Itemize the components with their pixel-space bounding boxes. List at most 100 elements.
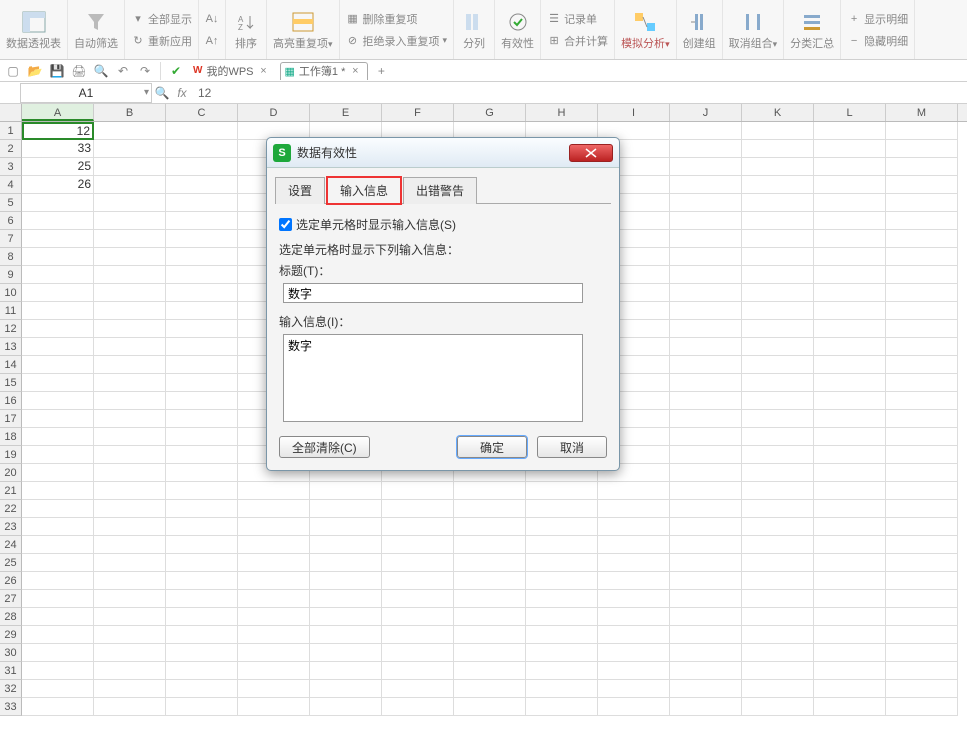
cell[interactable]: [886, 374, 958, 392]
cell[interactable]: [886, 392, 958, 410]
cell[interactable]: [22, 644, 94, 662]
doc-tab-workbook[interactable]: ▦ 工作簿1 * ×: [280, 62, 369, 80]
cell[interactable]: [454, 608, 526, 626]
cell[interactable]: [238, 482, 310, 500]
cell[interactable]: [94, 464, 166, 482]
cell[interactable]: [22, 284, 94, 302]
close-icon[interactable]: ×: [349, 65, 361, 77]
cell[interactable]: [670, 536, 742, 554]
cell[interactable]: [886, 608, 958, 626]
row-header[interactable]: 27: [0, 590, 22, 608]
ok-button[interactable]: 确定: [457, 436, 527, 458]
cell[interactable]: [886, 176, 958, 194]
cell[interactable]: [382, 644, 454, 662]
cell[interactable]: [742, 446, 814, 464]
cell[interactable]: [22, 536, 94, 554]
cell[interactable]: [94, 248, 166, 266]
cell[interactable]: [310, 554, 382, 572]
cell[interactable]: [166, 410, 238, 428]
cell[interactable]: [814, 644, 886, 662]
cell[interactable]: [886, 536, 958, 554]
cell[interactable]: [94, 374, 166, 392]
cell[interactable]: [670, 518, 742, 536]
cell[interactable]: [742, 374, 814, 392]
tab-input-message[interactable]: 输入信息: [327, 177, 401, 204]
select-all-corner[interactable]: [0, 104, 22, 121]
cell[interactable]: [598, 572, 670, 590]
row-header[interactable]: 15: [0, 374, 22, 392]
cell[interactable]: [22, 590, 94, 608]
cell[interactable]: [166, 590, 238, 608]
cell[interactable]: [742, 284, 814, 302]
cell[interactable]: [670, 590, 742, 608]
cell[interactable]: [94, 212, 166, 230]
cell[interactable]: [382, 482, 454, 500]
cell[interactable]: [886, 554, 958, 572]
row-header[interactable]: 14: [0, 356, 22, 374]
cell[interactable]: [742, 212, 814, 230]
cell[interactable]: [382, 572, 454, 590]
cell[interactable]: [166, 392, 238, 410]
cell[interactable]: [814, 500, 886, 518]
cell[interactable]: [886, 194, 958, 212]
cell[interactable]: [454, 590, 526, 608]
row-header[interactable]: 8: [0, 248, 22, 266]
cell[interactable]: [742, 320, 814, 338]
row-header[interactable]: 19: [0, 446, 22, 464]
tab-error-alert[interactable]: 出错警告: [403, 177, 477, 204]
column-header[interactable]: G: [454, 104, 526, 121]
cell[interactable]: [22, 500, 94, 518]
cell[interactable]: [238, 518, 310, 536]
chevron-down-icon[interactable]: ▾: [144, 87, 149, 98]
add-tab-button[interactable]: +: [372, 62, 390, 80]
cell[interactable]: [94, 284, 166, 302]
cell[interactable]: [526, 572, 598, 590]
cell[interactable]: [886, 266, 958, 284]
cell[interactable]: [454, 536, 526, 554]
cell[interactable]: [742, 698, 814, 716]
cell[interactable]: [670, 680, 742, 698]
cell[interactable]: [886, 140, 958, 158]
cell[interactable]: [310, 572, 382, 590]
cell[interactable]: [742, 158, 814, 176]
cell[interactable]: [22, 680, 94, 698]
cancel-button[interactable]: 取消: [537, 436, 607, 458]
cell[interactable]: [310, 590, 382, 608]
cell[interactable]: [742, 140, 814, 158]
cell[interactable]: [310, 626, 382, 644]
cell[interactable]: [598, 482, 670, 500]
cell[interactable]: [598, 644, 670, 662]
row-header[interactable]: 23: [0, 518, 22, 536]
validity-button[interactable]: 有效性: [495, 0, 541, 59]
cell[interactable]: [94, 518, 166, 536]
cell[interactable]: [670, 410, 742, 428]
cell[interactable]: [166, 428, 238, 446]
cell[interactable]: [166, 176, 238, 194]
cell[interactable]: [886, 302, 958, 320]
row-header[interactable]: 1: [0, 122, 22, 140]
cell[interactable]: [742, 302, 814, 320]
cell[interactable]: [814, 212, 886, 230]
cell[interactable]: [310, 500, 382, 518]
ungroup-button[interactable]: 取消组合▾: [723, 0, 785, 59]
cell[interactable]: [670, 446, 742, 464]
name-box[interactable]: A1 ▾: [20, 83, 152, 103]
cell[interactable]: [670, 464, 742, 482]
cell[interactable]: [598, 626, 670, 644]
cell[interactable]: [886, 338, 958, 356]
cell[interactable]: [22, 518, 94, 536]
cell[interactable]: [454, 680, 526, 698]
autofilter-button[interactable]: 自动筛选: [68, 0, 125, 59]
cell[interactable]: [814, 122, 886, 140]
cell[interactable]: [886, 464, 958, 482]
column-header[interactable]: J: [670, 104, 742, 121]
row-header[interactable]: 17: [0, 410, 22, 428]
row-header[interactable]: 9: [0, 266, 22, 284]
cell[interactable]: [670, 554, 742, 572]
cell[interactable]: [94, 194, 166, 212]
cell[interactable]: [886, 698, 958, 716]
row-header[interactable]: 16: [0, 392, 22, 410]
formula-input[interactable]: 12: [192, 86, 967, 100]
preview-button[interactable]: 🔍: [92, 62, 110, 80]
cell[interactable]: [454, 572, 526, 590]
